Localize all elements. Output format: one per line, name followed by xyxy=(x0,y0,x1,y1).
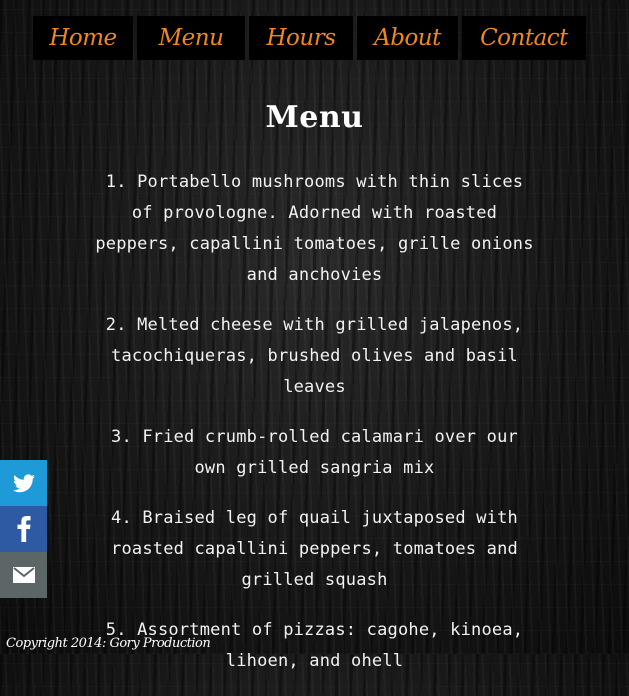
nav-menu-link[interactable]: Menu xyxy=(137,16,245,60)
email-share-button[interactable] xyxy=(0,552,47,598)
facebook-share-button[interactable] xyxy=(0,506,47,552)
twitter-icon xyxy=(12,473,35,492)
page-title: Menu xyxy=(265,100,364,135)
copyright-text: Copyright 2014: Gory Production xyxy=(6,636,211,651)
main-navigation: Home Menu Hours About Contact xyxy=(33,16,586,60)
menu-item: 2. Melted cheese with grilled jalapenos,… xyxy=(105,315,524,397)
email-icon xyxy=(12,567,35,583)
nav-home-link[interactable]: Home xyxy=(33,16,133,60)
menu-item: 4. Braised leg of quail juxtaposed with … xyxy=(111,508,518,590)
menu-item: 3. Fried crumb-rolled calamari over our … xyxy=(111,427,518,478)
menu-list: 1. Portabello mushrooms with thin slices… xyxy=(92,167,537,696)
twitter-share-button[interactable] xyxy=(0,460,47,506)
nav-about-link[interactable]: About xyxy=(357,16,458,60)
social-share-bar xyxy=(0,460,47,598)
nav-hours-link[interactable]: Hours xyxy=(249,16,353,60)
menu-item: 1. Portabello mushrooms with thin slices… xyxy=(95,172,534,285)
facebook-icon xyxy=(17,516,30,542)
nav-contact-link[interactable]: Contact xyxy=(462,16,586,60)
